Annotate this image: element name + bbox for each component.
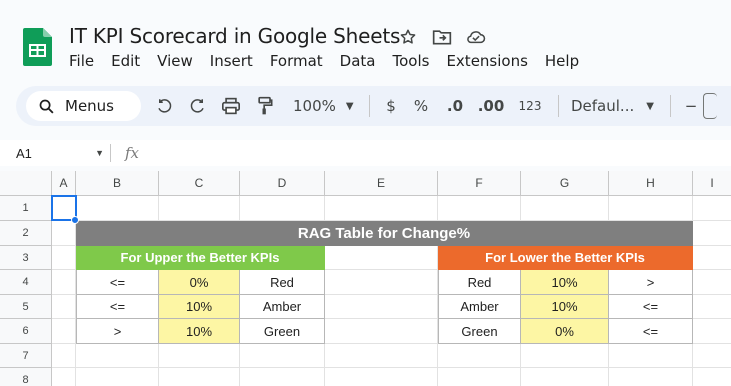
undo-icon[interactable] [149,92,181,120]
toolbar-divider [670,95,671,117]
formula-bar: A1 ▼ fx [0,140,731,166]
menu-format[interactable]: Format [270,52,323,70]
menu-help[interactable]: Help [545,52,579,70]
column-header-f[interactable]: F [438,171,521,196]
decrease-decimal-label: .0 [446,97,464,115]
menu-insert[interactable]: Insert [210,52,253,70]
formula-divider [110,144,111,162]
row-header-5[interactable]: 5 [0,295,52,319]
fx-icon: fx [125,144,140,162]
menu-tools[interactable]: Tools [393,52,430,70]
column-header-a[interactable]: A [52,171,76,196]
menu-bar: File Edit View Insert Format Data Tools … [69,52,596,70]
column-header-b[interactable]: B [76,171,159,196]
zoom-select[interactable]: 100% ▼ [281,92,361,120]
google-sheets-logo[interactable] [23,28,52,66]
row-header-2[interactable]: 2 [0,221,52,246]
row-header-8[interactable]: 8 [0,368,52,386]
upper-status-cell[interactable]: Red [240,270,325,295]
print-icon[interactable] [213,92,249,120]
currency-format-button[interactable]: $ [378,92,404,120]
lower-status-cell[interactable]: Red [438,270,521,295]
rag-table-banner[interactable]: RAG Table for Change% [76,221,693,246]
menu-data[interactable]: Data [340,52,376,70]
upper-status-cell[interactable]: Amber [240,295,325,319]
menu-edit[interactable]: Edit [111,52,140,70]
gridline [52,367,731,368]
row-header-3[interactable]: 3 [0,246,52,270]
upper-status-cell[interactable]: Green [240,319,325,344]
column-header-i[interactable]: I [693,171,731,196]
star-icon[interactable] [398,27,418,47]
document-title[interactable]: IT KPI Scorecard in Google Sheets [69,24,400,48]
upper-value-cell[interactable]: 0% [159,270,240,295]
upper-better-header[interactable]: For Upper the Better KPIs [76,246,325,270]
upper-value-cell[interactable]: 10% [159,319,240,344]
search-label: Menus [65,97,114,115]
upper-op-cell[interactable]: <= [76,270,159,295]
move-folder-icon[interactable] [432,27,452,47]
spreadsheet-grid[interactable]: A B C D E F G H I 1 2 3 4 5 6 7 8 RAG Ta… [0,171,731,386]
search-icon [39,99,54,114]
row-header-1[interactable]: 1 [0,196,52,221]
more-formats-button[interactable]: 123 [510,92,550,120]
decrease-decimal-button[interactable]: .0 [438,92,472,120]
chevron-down-icon: ▼ [345,100,354,112]
column-header-h[interactable]: H [609,171,693,196]
upper-value-cell[interactable]: 10% [159,295,240,319]
menu-file[interactable]: File [69,52,94,70]
lower-op-cell[interactable]: <= [609,295,693,319]
zoom-value: 100% [293,97,336,115]
column-header-g[interactable]: G [521,171,609,196]
toolbar-divider [558,95,559,117]
redo-icon[interactable] [181,92,213,120]
menu-view[interactable]: View [157,52,193,70]
font-family-select[interactable]: Defaul... ▼ [567,92,662,120]
lower-value-cell[interactable]: 0% [521,319,609,344]
column-header-c[interactable]: C [159,171,240,196]
percent-format-button[interactable]: % [404,92,438,120]
increase-decimal-label: .00 [477,97,505,115]
increase-decimal-button[interactable]: .00 [472,92,510,120]
lower-status-cell[interactable]: Green [438,319,521,344]
chevron-down-icon: ▼ [95,148,104,158]
column-header-e[interactable]: E [325,171,438,196]
name-box[interactable]: A1 ▼ [0,146,110,161]
row-header-7[interactable]: 7 [0,344,52,368]
toolbar-divider [369,95,370,117]
search-menus-button[interactable]: Menus [26,91,141,121]
font-size-input[interactable] [703,93,717,119]
column-header-d[interactable]: D [240,171,325,196]
font-family-value: Defaul... [571,97,635,115]
lower-op-cell[interactable]: <= [609,319,693,344]
upper-op-cell[interactable]: > [76,319,159,344]
cell-reference: A1 [16,145,32,161]
chevron-down-icon: ▼ [646,100,654,112]
cloud-saved-icon[interactable] [466,27,486,47]
select-all-corner[interactable] [0,171,52,196]
lower-value-cell[interactable]: 10% [521,270,609,295]
menu-extensions[interactable]: Extensions [446,52,527,70]
lower-op-cell[interactable]: > [609,270,693,295]
row-header-6[interactable]: 6 [0,319,52,344]
row-header-4[interactable]: 4 [0,270,52,295]
toolbar: Menus 100% ▼ $ % .0 .00 123 Defaul... ▼ … [16,86,731,126]
paint-format-icon[interactable] [249,92,281,120]
lower-better-header[interactable]: For Lower the Better KPIs [438,246,693,270]
lower-value-cell[interactable]: 10% [521,295,609,319]
fill-handle[interactable] [71,216,79,224]
upper-op-cell[interactable]: <= [76,295,159,319]
lower-status-cell[interactable]: Amber [438,295,521,319]
decrease-font-size-button[interactable]: − [679,92,703,120]
